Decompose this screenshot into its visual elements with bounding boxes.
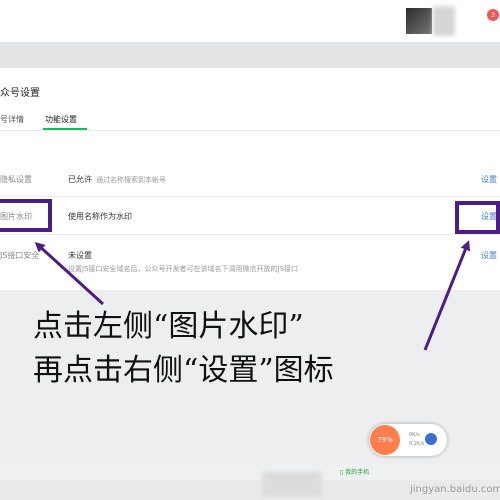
download-speed: 0.2K/s <box>409 441 425 447</box>
tab-divider <box>0 130 500 131</box>
taskbar-blurred <box>262 472 322 496</box>
upload-speed: 0K/s <box>409 432 420 438</box>
settings-link-js-api[interactable]: 设置 <box>481 250 497 261</box>
row-divider <box>0 196 500 197</box>
row-label-js-api: JS接口安全 <box>0 251 40 260</box>
row-desc-privacy: 通过名称搜索到本帐号 <box>96 176 166 184</box>
tab-function-settings[interactable]: 功能设置 <box>45 114 77 125</box>
row-status-privacy: 已允许 <box>68 175 92 184</box>
my-phone-button[interactable]: ▯ 我的手机 <box>340 467 369 476</box>
settings-link-privacy[interactable]: 设置 <box>481 174 497 185</box>
memory-usage-indicator[interactable]: 79% <box>370 425 400 455</box>
notification-badge[interactable]: 3 <box>487 9 499 21</box>
highlight-box-settings <box>455 201 500 234</box>
site-watermark: jingyan.baidu.com <box>410 484 500 495</box>
content-gap <box>0 42 500 68</box>
row-status-js-api: 未设置 <box>68 251 92 260</box>
annotation-line-2: 再点击右侧“设置”图标 <box>33 353 334 388</box>
row-desc-js-api: 设置JS接口安全域名后，公众号开发者可在该域名下调用微信开放的JS接口 <box>68 265 299 273</box>
page-title: 众号设置 <box>0 88 40 99</box>
row-desc-watermark: 使用名称作为水印 <box>68 212 132 221</box>
taskbar <box>0 464 500 480</box>
avatar[interactable] <box>406 8 432 34</box>
my-phone-label: 我的手机 <box>345 469 370 476</box>
tab-account-details[interactable]: 号详情 <box>0 114 24 125</box>
row-divider <box>0 234 500 235</box>
annotation-line-1: 点击左侧“图片水印” <box>33 309 304 344</box>
highlight-box-watermark <box>0 199 52 232</box>
account-name-blurred <box>433 6 455 36</box>
phone-icon: ▯ <box>340 469 344 476</box>
row-label-privacy: 隐私设置 <box>0 175 32 184</box>
accelerate-icon[interactable] <box>425 433 437 445</box>
